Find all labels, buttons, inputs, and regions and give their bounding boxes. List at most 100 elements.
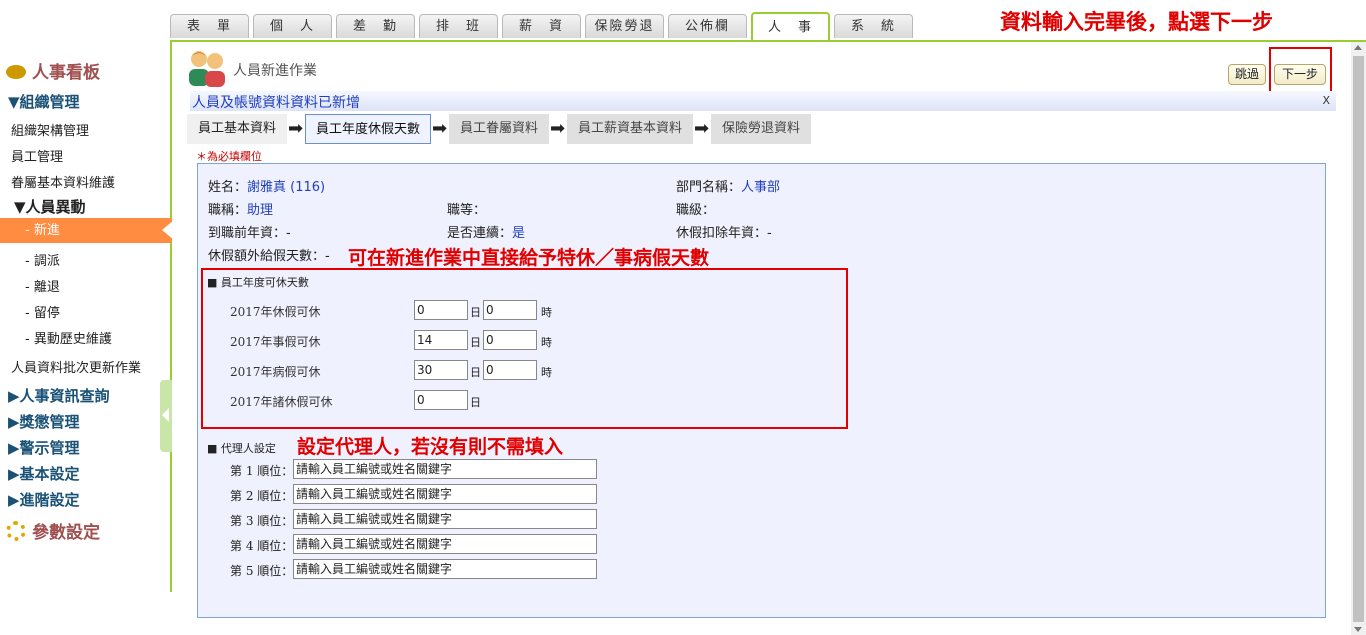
agent-5-input[interactable]: 請輸入員工編號或姓名關鍵字 bbox=[293, 559, 597, 579]
tab-system[interactable]: 系 統 bbox=[834, 14, 913, 38]
job-title-label: 職稱： bbox=[208, 203, 248, 218]
people-icon bbox=[189, 51, 225, 87]
agent-rank-label: 第 3 順位： bbox=[230, 514, 294, 528]
continuous-label: 是否連續： bbox=[447, 226, 513, 241]
sidebar-item-employee-mgmt[interactable]: 員工管理 bbox=[11, 146, 63, 165]
tab-attendance[interactable]: 差 勤 bbox=[336, 14, 415, 38]
employee-id: (116) bbox=[290, 180, 326, 195]
sidebar-item-suspend[interactable]: - 留停 bbox=[25, 302, 60, 321]
step-salary-basic[interactable]: 員工薪資基本資料 bbox=[567, 114, 693, 144]
annual-leave-days-input[interactable]: 0 bbox=[414, 300, 468, 320]
arrow-right-icon: ➡ bbox=[288, 118, 304, 139]
sidebar-group-alerts[interactable]: ▶警示管理 bbox=[8, 437, 80, 458]
prior-seniority: 到職前年資：- bbox=[208, 226, 291, 241]
continuous-row: 是否連續：是 bbox=[447, 222, 525, 241]
agent-rank-label: 第 2 順位： bbox=[230, 489, 294, 503]
sidebar-group-change[interactable]: ▼人員異動 bbox=[14, 196, 86, 217]
sidebar-item-dependents[interactable]: 眷屬基本資料維護 bbox=[11, 172, 115, 191]
sidebar-group-org[interactable]: ▼組織管理 bbox=[8, 91, 80, 112]
day-unit: 日 bbox=[470, 306, 481, 319]
personal-leave-hours-input[interactable]: 0 bbox=[483, 330, 537, 350]
board-icon bbox=[6, 65, 26, 79]
agent-rank-label: 第 5 順位： bbox=[230, 564, 294, 578]
sick-leave-hours-input[interactable]: 0 bbox=[483, 360, 537, 380]
sidebar-title-label: 人事看板 bbox=[32, 63, 100, 83]
annotation-leave: 可在新進作業中直接給予特休／事病假天數 bbox=[348, 247, 710, 269]
leave-row-label: 2017年休假可休 bbox=[230, 305, 321, 319]
hour-unit: 時 bbox=[541, 306, 552, 319]
sidebar-param-label: 參數設定 bbox=[32, 523, 100, 543]
gear-icon bbox=[6, 521, 26, 541]
arrow-right-icon: ➡ bbox=[550, 118, 566, 139]
sidebar-group-basic-settings[interactable]: ▶基本設定 bbox=[8, 463, 80, 484]
dept-row: 部門名稱：人事部 bbox=[676, 176, 780, 195]
arrow-right-icon: ➡ bbox=[694, 118, 710, 139]
sidebar-item-transfer[interactable]: - 調派 bbox=[25, 250, 60, 269]
arrow-right-icon: ➡ bbox=[432, 118, 448, 139]
agent-section-title: ■ 代理人設定 bbox=[207, 442, 276, 455]
tab-shift[interactable]: 排 班 bbox=[419, 14, 498, 38]
sidebar-title: 人事看板 bbox=[6, 58, 100, 83]
leave-row-label: 2017年事假可休 bbox=[230, 335, 321, 349]
tab-insurance[interactable]: 保險勞退 bbox=[585, 14, 664, 38]
hour-unit: 時 bbox=[541, 336, 552, 349]
annotation-agent: 設定代理人，若沒有則不需填入 bbox=[297, 436, 564, 458]
annual-leave-hours-input[interactable]: 0 bbox=[483, 300, 537, 320]
sidebar-item-history[interactable]: - 異動歷史維護 bbox=[25, 328, 112, 347]
agent-1-input[interactable]: 請輸入員工編號或姓名關鍵字 bbox=[293, 459, 597, 479]
extra-leave-days: 休假額外給假天數：- bbox=[208, 249, 330, 264]
step-annual-leave[interactable]: 員工年度休假天數 bbox=[305, 114, 431, 144]
name-value: 謝雅真 bbox=[247, 180, 287, 195]
vertical-scrollbar[interactable] bbox=[1351, 42, 1366, 635]
tab-hr[interactable]: 人 事 bbox=[751, 12, 830, 40]
annotation-next-step: 資料輸入完畢後，點選下一步 bbox=[1000, 9, 1273, 34]
agent-3-input[interactable]: 請輸入員工編號或姓名關鍵字 bbox=[293, 509, 597, 529]
day-unit: 日 bbox=[470, 366, 481, 379]
leave-row-label: 2017年病假可休 bbox=[230, 365, 321, 379]
dept-label: 部門名稱： bbox=[676, 180, 742, 195]
sidebar-collapse-handle[interactable] bbox=[160, 380, 172, 452]
sick-leave-days-input[interactable]: 30 bbox=[414, 360, 468, 380]
sidebar-group-hr-query[interactable]: ▶人事資訊查詢 bbox=[8, 385, 110, 406]
required-note: ＊為必填欄位 bbox=[196, 150, 262, 163]
name-label: 姓名： bbox=[208, 180, 248, 195]
close-icon[interactable]: X bbox=[1322, 94, 1330, 107]
job-title-value: 助理 bbox=[247, 203, 274, 218]
main-tabs: 表 單 個 人 差 勤 排 班 薪 資 保險勞退 公佈欄 人 事 系 統 bbox=[170, 12, 917, 42]
step-basic-info[interactable]: 員工基本資料 bbox=[187, 114, 287, 144]
day-unit: 日 bbox=[470, 336, 481, 349]
sidebar-param[interactable]: 參數設定 bbox=[6, 518, 100, 543]
step-insurance[interactable]: 保險勞退資料 bbox=[711, 114, 811, 144]
leave-row-label: 2017年諸休假可休 bbox=[230, 395, 333, 409]
page-title: 人員新進作業 bbox=[233, 63, 317, 79]
skip-button[interactable]: 跳過 bbox=[1228, 64, 1266, 85]
other-leave-days-input[interactable]: 0 bbox=[414, 390, 468, 410]
sidebar-group-advanced-settings[interactable]: ▶進階設定 bbox=[8, 489, 80, 510]
tab-personal[interactable]: 個 人 bbox=[253, 14, 332, 38]
tab-bulletin[interactable]: 公佈欄 bbox=[668, 14, 747, 38]
level-label: 職級： bbox=[676, 203, 716, 218]
grade-label: 職等： bbox=[447, 203, 487, 218]
sidebar: 人事看板 ▼組織管理 組織架構管理 員工管理 眷屬基本資料維護 ▼人員異動 - … bbox=[0, 42, 174, 592]
sidebar-item-new-hire[interactable]: - 新進 bbox=[0, 218, 174, 243]
scroll-down-icon[interactable] bbox=[1354, 627, 1362, 632]
day-unit: 日 bbox=[470, 396, 481, 409]
agent-4-input[interactable]: 請輸入員工編號或姓名關鍵字 bbox=[293, 534, 597, 554]
tab-payroll[interactable]: 薪 資 bbox=[502, 14, 581, 38]
message-text: 人員及帳號資料資料已新增 bbox=[192, 95, 360, 111]
agent-rank-label: 第 4 順位： bbox=[230, 539, 294, 553]
tab-forms[interactable]: 表 單 bbox=[170, 14, 249, 38]
sidebar-item-batch-update[interactable]: 人員資料批次更新作業 bbox=[11, 357, 141, 376]
sidebar-item-resign[interactable]: - 離退 bbox=[25, 276, 60, 295]
tab-underline bbox=[170, 40, 1366, 42]
continuous-value: 是 bbox=[512, 226, 526, 241]
agent-2-input[interactable]: 請輸入員工編號或姓名關鍵字 bbox=[293, 484, 597, 504]
personal-leave-days-input[interactable]: 14 bbox=[414, 330, 468, 350]
scroll-up-icon[interactable] bbox=[1354, 45, 1362, 50]
sidebar-group-rewards[interactable]: ▶獎懲管理 bbox=[8, 411, 80, 432]
scroll-thumb[interactable] bbox=[1353, 56, 1364, 622]
sidebar-item-org-structure[interactable]: 組織架構管理 bbox=[11, 120, 89, 139]
hour-unit: 時 bbox=[541, 366, 552, 379]
deduct-seniority: 休假扣除年資：- bbox=[676, 226, 772, 241]
step-dependents[interactable]: 員工眷屬資料 bbox=[449, 114, 549, 144]
